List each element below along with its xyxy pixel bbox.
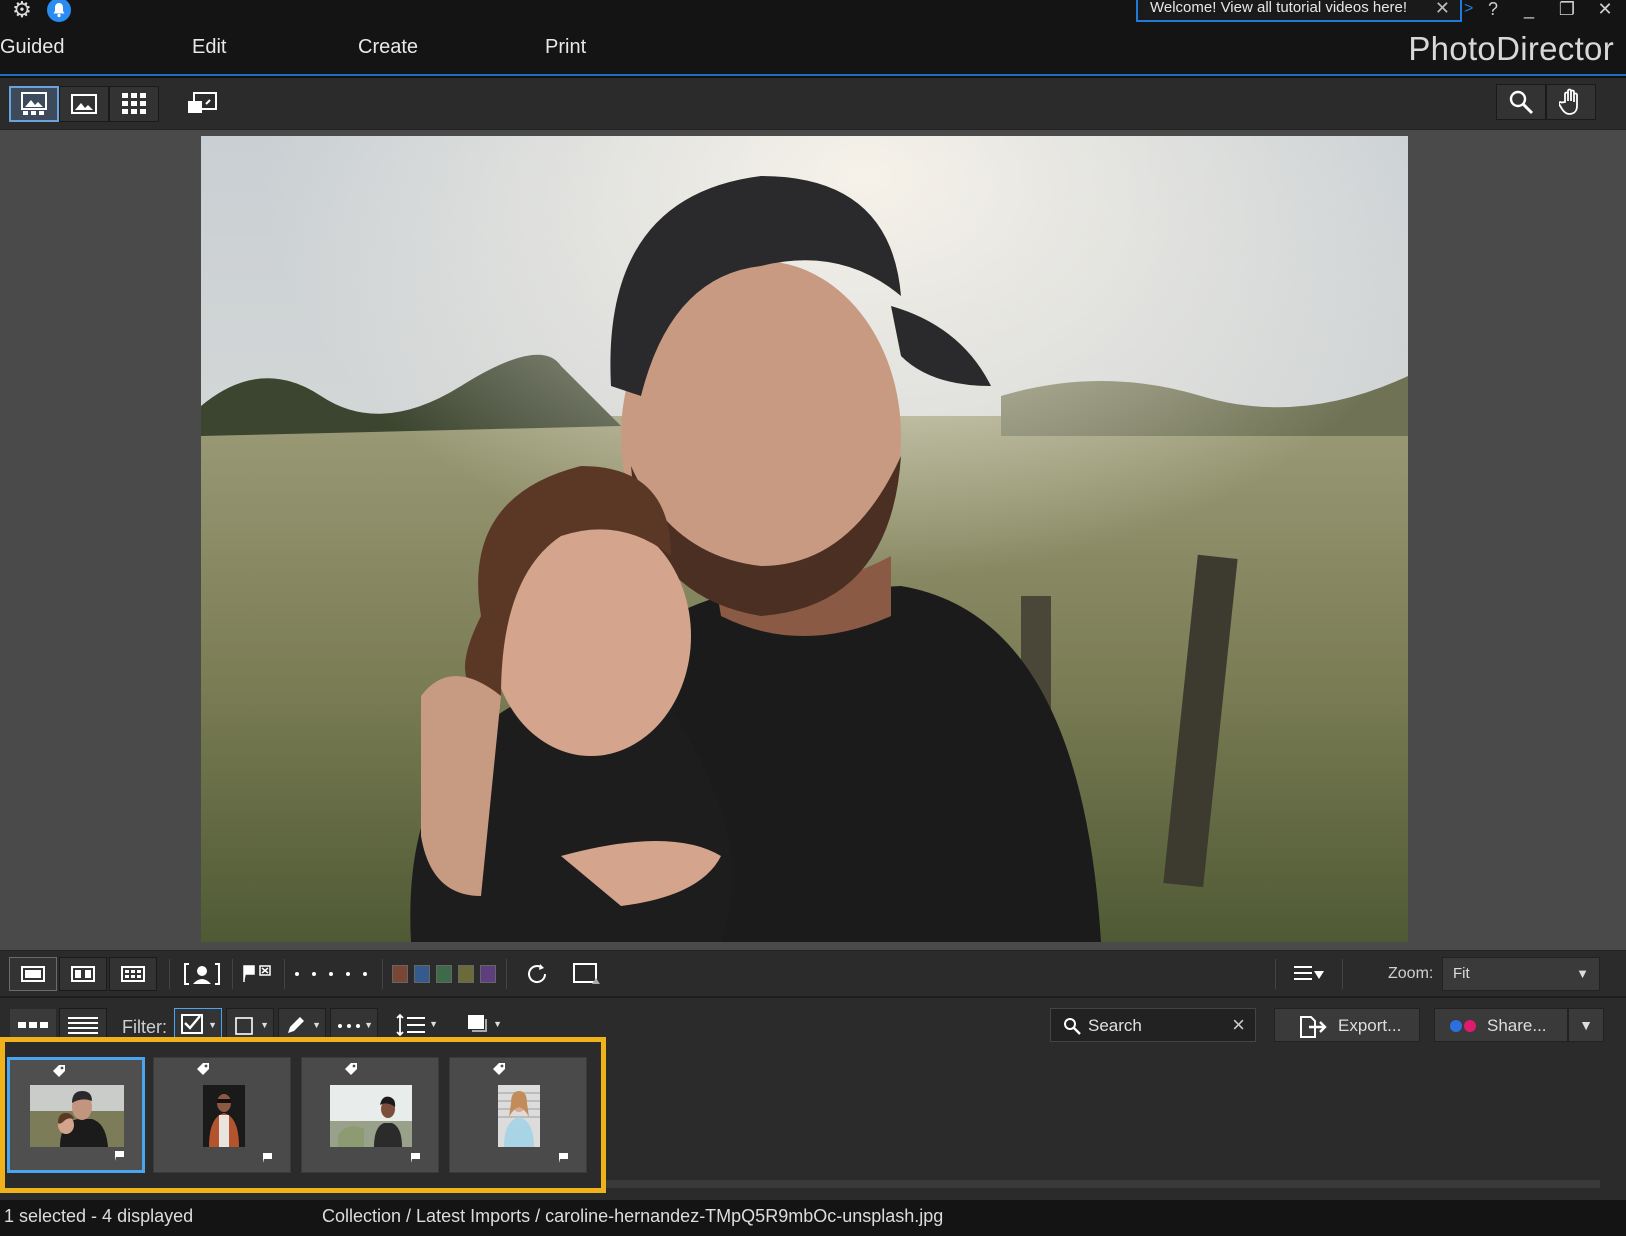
minimize-icon[interactable]: _	[1514, 0, 1544, 22]
multi-compare-button[interactable]	[109, 957, 157, 991]
chevron-down-icon: ▼	[1576, 966, 1589, 981]
app-brand: PhotoDirector	[1408, 30, 1614, 67]
check-flag-icon	[181, 1014, 203, 1034]
photo-viewer[interactable]	[0, 130, 1626, 950]
color-label-red[interactable]	[392, 965, 408, 983]
magnifier-icon	[1509, 90, 1534, 115]
single-frame-icon	[21, 966, 45, 982]
sort-icon	[396, 1013, 425, 1037]
caret-down-icon: ▼	[429, 1019, 438, 1029]
chevron-down-icon: ▼	[1579, 1017, 1593, 1033]
status-bar: 1 selected - 4 displayed Collection / La…	[0, 1200, 1626, 1236]
rating-dots-icon	[338, 1024, 360, 1028]
menu-print[interactable]: Print	[545, 36, 586, 59]
list-view-icon	[68, 1017, 98, 1034]
separator	[506, 959, 507, 989]
caret-down-icon: ▼	[493, 1019, 502, 1029]
welcome-tutorial-banner[interactable]: Welcome! View all tutorial videos here! …	[1136, 0, 1462, 22]
clear-search-icon[interactable]: ×	[1232, 1012, 1245, 1038]
crop-tool-button[interactable]	[568, 957, 606, 991]
side-by-side-button[interactable]	[59, 957, 107, 991]
menu-create[interactable]: Create	[358, 36, 418, 59]
filmstrip-scrollbar[interactable]	[606, 1180, 1600, 1188]
grid-view-icon	[122, 93, 146, 114]
separator	[1275, 959, 1276, 989]
side-by-side-icon	[71, 966, 95, 982]
face-tag-button[interactable]	[180, 957, 224, 991]
search-icon	[1064, 1018, 1081, 1035]
single-compare-button[interactable]	[9, 957, 57, 991]
close-window-icon[interactable]: ✕	[1590, 0, 1620, 22]
help-icon[interactable]: ?	[1478, 0, 1508, 22]
color-label-purple[interactable]	[480, 965, 496, 983]
photo-view-button[interactable]	[59, 86, 109, 122]
viewer-options-toolbar: Zoom: Fit ▼	[0, 950, 1626, 996]
flag-icon	[243, 965, 271, 982]
selection-count: 1 selected - 4 displayed	[4, 1206, 194, 1226]
filmstrip-icon	[18, 1022, 48, 1028]
main-photo	[201, 136, 1408, 942]
separator	[284, 959, 285, 989]
share-dots-icon	[1450, 1020, 1476, 1032]
color-label-blue[interactable]	[414, 965, 430, 983]
magnifier-tool-button[interactable]	[1496, 84, 1546, 120]
flag-button[interactable]	[240, 957, 276, 991]
menu-edit[interactable]: Edit	[192, 36, 226, 59]
hand-tool-button[interactable]	[1546, 84, 1596, 120]
grid-view-button[interactable]	[109, 86, 159, 122]
settings-gear-icon[interactable]: ⚙	[10, 0, 34, 22]
stack-icon	[468, 1015, 487, 1032]
empty-square-icon	[235, 1017, 253, 1035]
view-mode-toolbar	[0, 78, 1626, 130]
notification-bell-icon[interactable]	[47, 0, 71, 22]
pencil-icon	[288, 1017, 304, 1033]
file-path: Collection / Latest Imports / caroline-h…	[322, 1206, 944, 1226]
zoom-value: Fit	[1453, 965, 1470, 982]
caret-down-icon: ▼	[364, 1020, 373, 1030]
export-icon	[1300, 1016, 1327, 1038]
rotate-icon	[528, 964, 547, 983]
color-label-green[interactable]	[436, 965, 452, 983]
single-photo-view-icon	[21, 92, 47, 115]
title-bar: ⚙ Welcome! View all tutorial videos here…	[0, 0, 1626, 22]
caret-down-icon: ▼	[312, 1020, 321, 1030]
thumbnails-highlight-box	[0, 1037, 606, 1193]
close-banner-icon[interactable]: ✕	[1435, 0, 1450, 18]
separator	[1342, 959, 1343, 989]
crop-frame-icon	[573, 963, 600, 984]
filter-label: Filter:	[122, 1017, 167, 1037]
photo-view-icon	[71, 94, 97, 114]
export-label: Export...	[1338, 1016, 1402, 1035]
zoom-dropdown[interactable]: Fit ▼	[1442, 957, 1600, 991]
zoom-label: Zoom:	[1388, 965, 1434, 982]
sort-options-button[interactable]	[1284, 957, 1334, 991]
list-options-icon	[1294, 966, 1324, 980]
caret-down-icon: ▼	[208, 1020, 217, 1030]
welcome-banner-text: Welcome! View all tutorial videos here!	[1150, 0, 1408, 16]
star-rating[interactable]	[290, 957, 376, 991]
hand-pan-icon	[1559, 88, 1578, 115]
share-button[interactable]: Share...	[1434, 1008, 1568, 1042]
search-placeholder: Search	[1088, 1016, 1142, 1035]
rotate-button[interactable]	[520, 957, 554, 991]
separator	[232, 959, 233, 989]
multi-compare-icon	[121, 966, 145, 982]
menu-guided[interactable]: Guided	[0, 36, 65, 59]
caret-down-icon: ▼	[260, 1020, 269, 1030]
color-label-yellow[interactable]	[458, 965, 474, 983]
search-box[interactable]: Search ×	[1050, 1008, 1256, 1042]
second-display-button[interactable]	[177, 86, 227, 122]
restore-icon[interactable]: ❐	[1552, 0, 1582, 22]
separator	[169, 959, 170, 989]
second-display-icon	[188, 92, 217, 113]
face-tag-icon	[184, 963, 220, 985]
single-view-button[interactable]	[9, 86, 59, 122]
separator	[382, 959, 383, 989]
share-label: Share...	[1487, 1016, 1547, 1035]
main-menu-bar: Guided Edit Create Print PhotoDirector	[0, 22, 1626, 76]
share-options-dropdown[interactable]: ▼	[1568, 1008, 1604, 1042]
banner-pointer-icon: >	[1464, 0, 1474, 17]
export-button[interactable]: Export...	[1274, 1008, 1420, 1042]
rating-dots-icon	[295, 972, 367, 976]
